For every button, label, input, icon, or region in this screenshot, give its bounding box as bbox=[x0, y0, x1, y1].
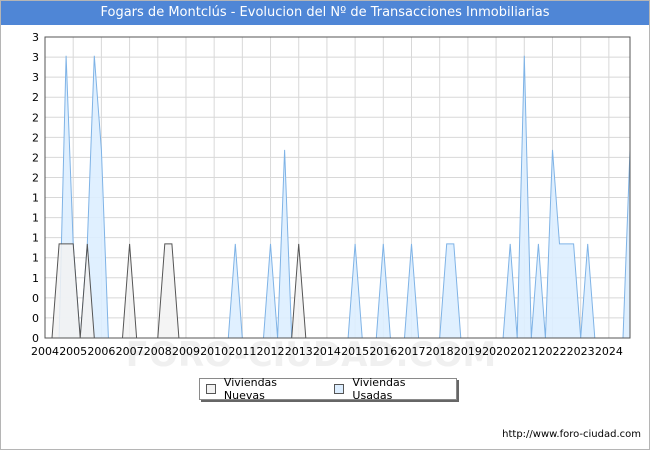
legend-item-nuevas: Viviendas Nuevas bbox=[206, 376, 320, 402]
y-tick-label: 1 bbox=[32, 232, 39, 245]
y-tick-label: 0 bbox=[32, 332, 39, 345]
x-tick-label: 2015 bbox=[341, 345, 369, 358]
y-tick-label: 2 bbox=[32, 131, 39, 144]
legend-label-nuevas: Viviendas Nuevas bbox=[223, 376, 278, 402]
series-area-usadas bbox=[58, 55, 631, 339]
x-tick-label: 2020 bbox=[482, 345, 510, 358]
y-tick-label: 3 bbox=[32, 51, 39, 64]
x-tick-label: 2009 bbox=[172, 345, 200, 358]
y-tick-label: 2 bbox=[32, 151, 39, 164]
legend-item-usadas: Viviendas Usadas bbox=[334, 376, 448, 402]
y-tick-label: 1 bbox=[32, 252, 39, 265]
footer-url[interactable]: http://www.foro-ciudad.com bbox=[502, 429, 641, 440]
x-tick-label: 2006 bbox=[87, 345, 115, 358]
x-tick-label: 2010 bbox=[200, 345, 228, 358]
x-tick-label: 2017 bbox=[398, 345, 426, 358]
legend-label-usadas: Viviendas Usadas bbox=[352, 376, 406, 402]
x-tick-label: 2019 bbox=[454, 345, 482, 358]
legend-swatch-nuevas bbox=[206, 384, 216, 394]
x-tick-label: 2007 bbox=[116, 345, 144, 358]
y-tick-label: 0 bbox=[32, 292, 39, 305]
y-tick-label: 2 bbox=[32, 111, 39, 124]
x-tick-label: 2021 bbox=[510, 345, 538, 358]
y-tick-label: 3 bbox=[32, 71, 39, 84]
x-axis-ticks: 2004 2005 2006 2007 2008 2009 2010 2011 2012 2013… bbox=[31, 345, 623, 358]
x-tick-label: 2008 bbox=[144, 345, 172, 358]
y-tick-label: 1 bbox=[32, 212, 39, 225]
legend: Viviendas Nuevas Viviendas Usadas bbox=[199, 376, 457, 402]
x-tick-label: 2018 bbox=[426, 345, 454, 358]
chart-frame: Fogars de Montclús - Evolucion del Nº de… bbox=[0, 0, 650, 450]
y-tick-label: 1 bbox=[32, 192, 39, 205]
y-tick-label: 2 bbox=[32, 91, 39, 104]
chart-areas bbox=[51, 55, 631, 339]
y-axis-ticks: 0 0 0 1 1 1 1 1 2 2 2 2 2 3 3 3 bbox=[32, 31, 39, 345]
legend-swatch-usadas bbox=[334, 384, 345, 394]
x-tick-label: 2014 bbox=[313, 345, 341, 358]
y-tick-label: 3 bbox=[32, 31, 39, 44]
x-tick-label: 2023 bbox=[567, 345, 595, 358]
x-tick-label: 2012 bbox=[257, 345, 285, 358]
x-tick-label: 2004 bbox=[31, 345, 59, 358]
x-tick-label: 2016 bbox=[369, 345, 397, 358]
x-tick-label: 2005 bbox=[59, 345, 87, 358]
y-tick-label: 1 bbox=[32, 272, 39, 285]
x-tick-label: 2011 bbox=[228, 345, 256, 358]
x-tick-label: 2024 bbox=[595, 345, 623, 358]
y-tick-label: 2 bbox=[32, 171, 39, 184]
x-tick-label: 2013 bbox=[285, 345, 313, 358]
x-tick-label: 2022 bbox=[538, 345, 566, 358]
y-tick-label: 0 bbox=[32, 312, 39, 325]
